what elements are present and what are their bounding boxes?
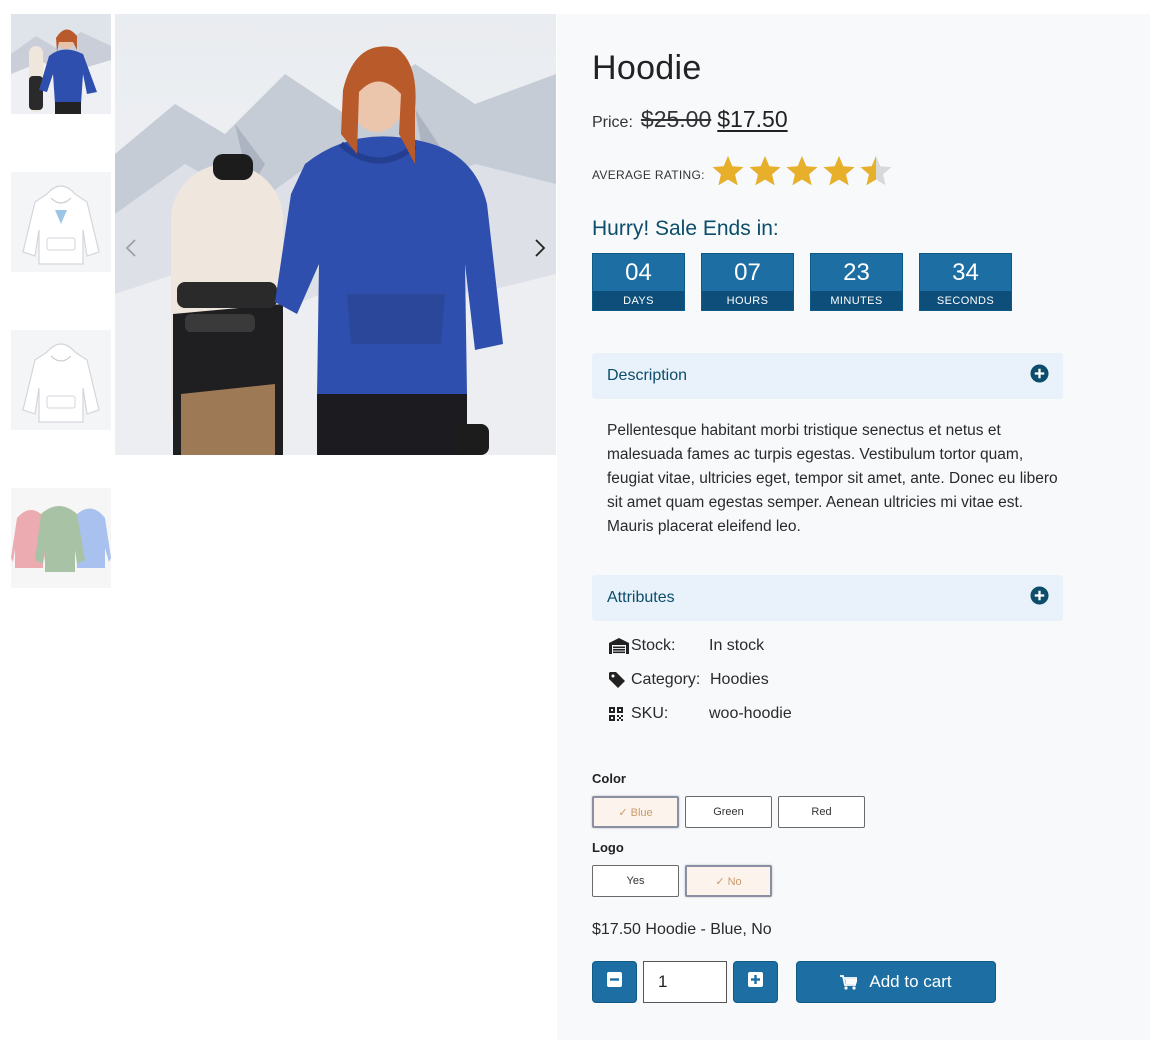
plus-circle-icon[interactable] [1030,364,1049,388]
attributes-accordion-header[interactable]: Attributes [592,575,1063,621]
main-product-image[interactable] [115,14,556,455]
attribute-key: Stock: [631,637,676,654]
add-to-cart-label: Add to cart [869,972,952,991]
rating-row: AVERAGE RATING: [592,155,1150,187]
countdown-hours: 07 HOURS [701,253,794,311]
gallery-next-arrow[interactable] [530,234,550,262]
countdown-value: 34 [952,258,979,286]
product-title: Hoodie [592,49,702,87]
color-swatches: ✓ Blue Green Red [592,796,1150,828]
tag-icon [609,672,631,688]
attribute-list: Stock: In stock Category: Hoodies SKU: w… [609,629,1150,731]
quantity-input[interactable] [643,961,727,1003]
attribute-row-category: Category: Hoodies [609,663,1150,697]
logo-option-yes[interactable]: Yes [592,865,679,897]
attribute-row-sku: SKU: woo-hoodie [609,697,1150,731]
countdown-unit-label: DAYS [593,291,684,310]
countdown-minutes: 23 MINUTES [810,253,903,311]
countdown-value: 07 [734,258,761,286]
attribute-key: Category: [631,671,701,688]
cart-icon [840,974,858,990]
add-to-cart-button[interactable]: Add to cart [796,961,996,1003]
product-summary: Hoodie Price: $25.00 $17.50 AVERAGE RATI… [557,14,1150,1040]
plus-square-icon [748,972,763,992]
plus-circle-icon[interactable] [1030,586,1049,610]
attribute-row-stock: Stock: In stock [609,629,1150,663]
logo-swatches: Yes ✓ No [592,865,1150,897]
thumbnail-hoodies-pink-green-blue[interactable] [11,488,111,588]
attribute-value: In stock [709,637,765,654]
color-option-green[interactable]: Green [685,796,772,828]
color-label: Color [592,771,626,786]
gallery-thumbnails [11,14,111,646]
attributes-heading: Attributes [607,589,675,606]
description-heading: Description [607,367,688,384]
star-icon [712,156,744,186]
price-label: Price: [592,114,633,131]
variation-summary: $17.50 Hoodie - Blue, No [592,921,772,938]
sale-price: $17.50 [717,106,788,132]
description-text: Pellentesque habitant morbi tristique se… [607,422,1058,535]
color-option-blue[interactable]: ✓ Blue [592,796,679,828]
gallery-prev-arrow[interactable] [121,234,141,262]
attribute-value: woo-hoodie [709,705,792,722]
countdown-days: 04 DAYS [592,253,685,311]
qrcode-icon [609,707,631,721]
countdown-value: 04 [625,258,652,286]
thumbnail-white-hoodie-plain[interactable] [11,330,111,430]
logo-option-no[interactable]: ✓ No [685,865,772,897]
attribute-value: Hoodies [710,671,769,688]
price-row: Price: $25.00 $17.50 [592,106,1150,133]
description-accordion-header[interactable]: Description [592,353,1063,399]
countdown-unit-label: HOURS [702,291,793,310]
add-to-cart-row: Add to cart [592,961,1150,1003]
sale-countdown: 04 DAYS 07 HOURS 23 MINUTES 34 SECONDS [592,253,1150,311]
countdown-heading: Hurry! Sale Ends in: [592,217,779,240]
countdown-unit-label: SECONDS [920,291,1011,310]
attribute-key: SKU: [631,705,669,722]
thumbnail-model-hoodie-blue[interactable] [11,14,111,114]
star-icon [860,156,892,186]
color-option-red[interactable]: Red [778,796,865,828]
logo-label: Logo [592,840,624,855]
star-rating [711,155,896,187]
warehouse-icon [609,638,631,654]
star-icon [749,156,781,186]
countdown-seconds: 34 SECONDS [919,253,1012,311]
thumbnail-white-hoodie-front[interactable] [11,172,111,272]
minus-square-icon [607,972,622,992]
quantity-decrease-button[interactable] [592,961,637,1003]
countdown-unit-label: MINUTES [811,291,902,310]
regular-price: $25.00 [640,106,712,132]
countdown-value: 23 [843,258,870,286]
star-icon [823,156,855,186]
rating-label: AVERAGE RATING: [592,168,705,182]
quantity-increase-button[interactable] [733,961,778,1003]
star-icon [786,156,818,186]
